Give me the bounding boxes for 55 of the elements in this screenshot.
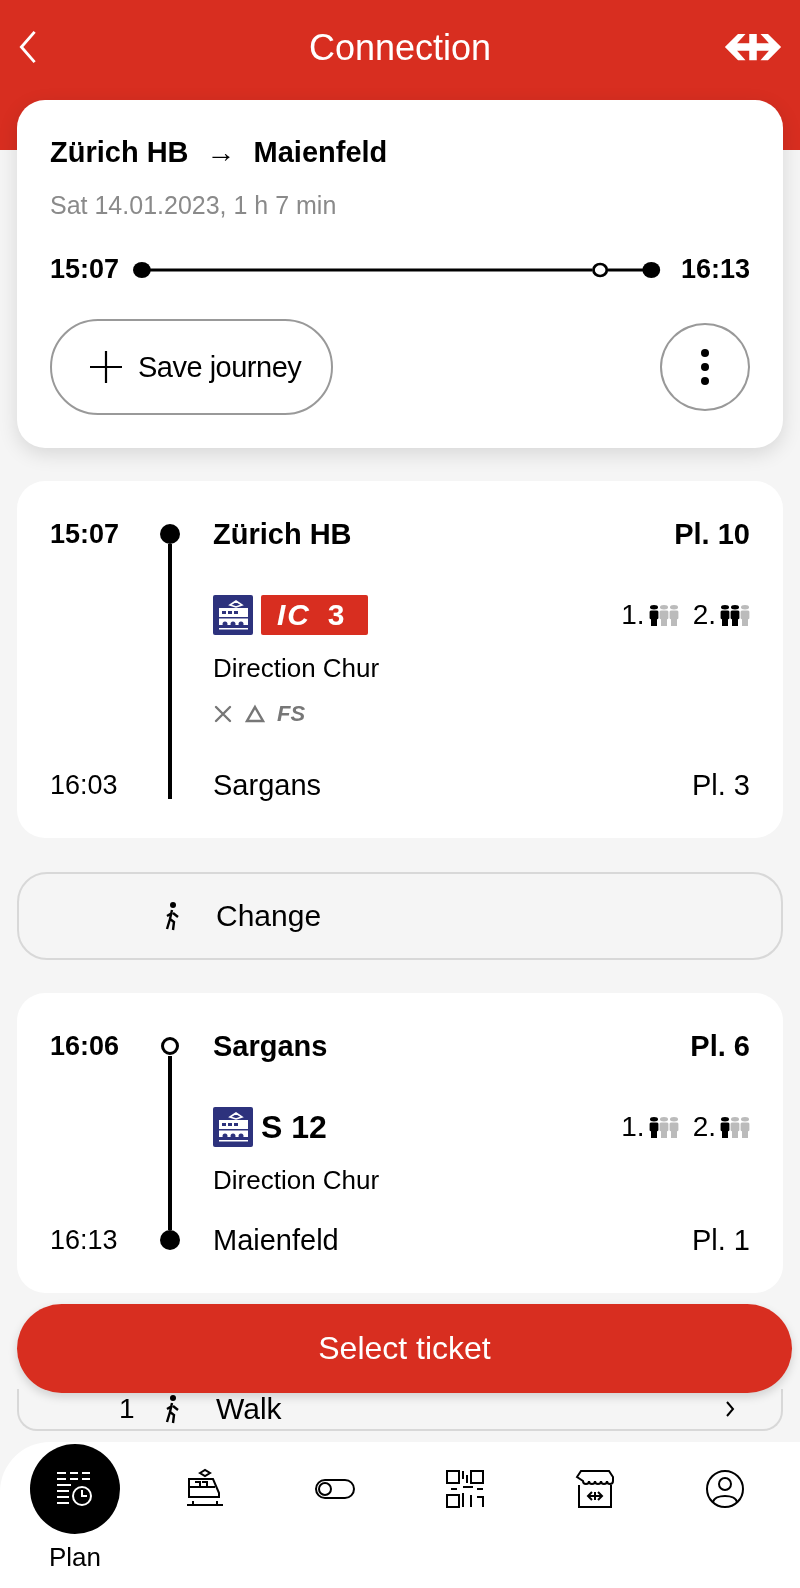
- person-icon: [659, 605, 669, 626]
- departure-platform: Pl. 10: [674, 517, 750, 551]
- screen-title: Connection: [308, 27, 492, 69]
- select-ticket-button[interactable]: Select ticket: [17, 1304, 792, 1393]
- tab-label: Plan: [48, 1542, 101, 1573]
- change-label: Change: [216, 899, 322, 933]
- direction-text: Direction Chur: [212, 652, 381, 684]
- class-label: 2.: [692, 599, 716, 631]
- journey-leg-card[interactable]: 15:07 Zürich HB Pl. 10 IC 3 1. 2. Direction Chur FS 16:03 Sargans Pl. 3: [17, 481, 783, 838]
- class-label: 2.: [692, 1111, 716, 1143]
- journey-leg-card[interactable]: 16:06 Sargans Pl. 6 S 12 1. 2. Direction Chur 16:13 Maienfeld Pl. 1: [17, 993, 783, 1293]
- arrow-text: →: [206, 136, 236, 169]
- triangle-icon: [245, 704, 265, 724]
- person-icon: [669, 605, 679, 626]
- line-badge: IC 3: [261, 595, 369, 635]
- cutlery-icon: [213, 704, 233, 724]
- origin-station: Zürich HB: [50, 136, 189, 169]
- walk-row[interactable]: 1 Walk: [17, 1389, 783, 1431]
- departure-platform: Pl. 6: [690, 1029, 750, 1063]
- destination-station: Maienfeld: [253, 136, 388, 169]
- departure-time: 15:07: [50, 518, 121, 550]
- more-icon: [700, 347, 710, 387]
- arrival-station: Sargans: [212, 768, 322, 802]
- date-duration: Sat 14.01.2023, 1 h 7 min: [50, 191, 338, 220]
- class-label: 1.: [621, 1111, 645, 1143]
- walk-duration: 1: [119, 1393, 135, 1425]
- arrival-time: 16:03: [50, 769, 119, 801]
- departure-station: Zürich HB: [212, 517, 353, 551]
- direction-text: Direction Chur: [212, 1164, 381, 1196]
- arrival-time: 16:13: [680, 254, 750, 285]
- attribute-code: FS: [277, 701, 306, 727]
- train-icon: [213, 1107, 253, 1147]
- arrival-time: 16:13: [50, 1224, 119, 1256]
- person-icon: [740, 1117, 750, 1138]
- qr-code-icon: [443, 1467, 487, 1511]
- arrival-platform: Pl. 3: [691, 768, 750, 802]
- person-icon: [730, 1117, 740, 1138]
- person-icon: [669, 1117, 679, 1138]
- departure-time: 15:07: [50, 254, 120, 285]
- profile-icon: [703, 1467, 747, 1511]
- person-icon: [659, 1117, 669, 1138]
- shop-icon: [573, 1467, 617, 1511]
- arrival-platform: Pl. 1: [691, 1223, 750, 1257]
- person-icon: [740, 605, 750, 626]
- class-label: 1.: [621, 599, 645, 631]
- walk-label: Walk: [216, 1392, 282, 1426]
- line-name: S 12: [261, 1108, 327, 1146]
- chevron-icon: [725, 1400, 735, 1418]
- plus-icon: [88, 349, 124, 385]
- save-journey-button[interactable]: Save journey: [50, 319, 334, 415]
- train-icon: [213, 595, 253, 635]
- logo-icon: [724, 32, 782, 62]
- departure-time: 16:06: [50, 1030, 121, 1062]
- departure-station: Sargans: [212, 1029, 329, 1063]
- arrival-station: Maienfeld: [212, 1223, 340, 1257]
